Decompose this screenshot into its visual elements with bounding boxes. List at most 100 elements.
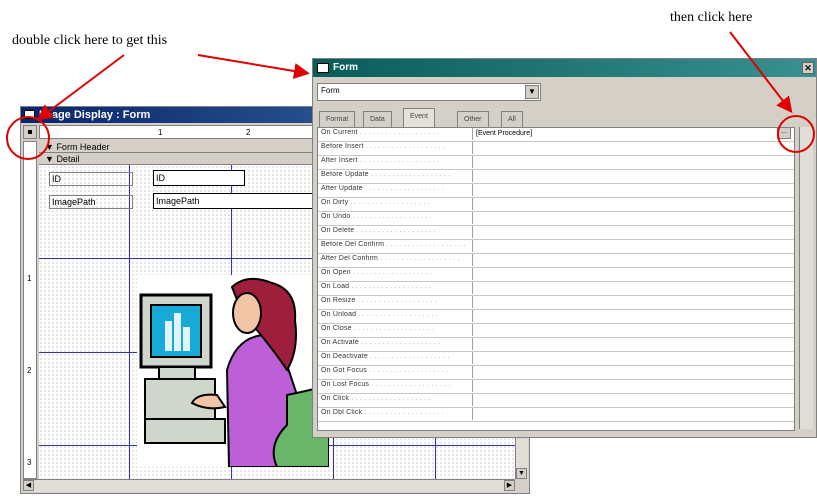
property-row[interactable]: Before Insert . . . . . . . . . . . . . …: [318, 142, 794, 156]
property-name: Before Update . . . . . . . . . . . . . …: [321, 171, 471, 178]
leader-dots: . . . . . . . . . . . . . . . . . . .: [351, 325, 434, 332]
tab-event[interactable]: Event: [403, 108, 435, 128]
property-name-text: On Close: [321, 325, 352, 332]
property-row[interactable]: Before Update . . . . . . . . . . . . . …: [318, 170, 794, 184]
object-selector-dropdown[interactable]: Form ▼: [317, 83, 541, 101]
form-selector-button[interactable]: [23, 125, 37, 139]
property-name: On Click . . . . . . . . . . . . . . . .…: [321, 395, 471, 402]
property-name-text: After Insert: [321, 157, 358, 164]
detail-label: Detail: [56, 154, 80, 164]
property-row[interactable]: On Resize . . . . . . . . . . . . . . . …: [318, 296, 794, 310]
property-list: On Current . . . . . . . . . . . . . . .…: [317, 127, 795, 431]
property-name: On Delete . . . . . . . . . . . . . . . …: [321, 227, 471, 234]
property-name: Before Del Confirm . . . . . . . . . . .…: [321, 241, 471, 248]
leader-dots: . . . . . . . . . . . . . . . . . . .: [367, 353, 450, 360]
property-value[interactable]: [472, 212, 794, 224]
id-label[interactable]: ID: [49, 172, 133, 186]
property-name: On Activate . . . . . . . . . . . . . . …: [321, 339, 471, 346]
property-value[interactable]: [472, 394, 794, 406]
property-row[interactable]: On Delete . . . . . . . . . . . . . . . …: [318, 226, 794, 240]
property-row[interactable]: On Got Focus . . . . . . . . . . . . . .…: [318, 366, 794, 380]
property-name-text: On Dirty: [321, 199, 349, 206]
property-name: On Dirty . . . . . . . . . . . . . . . .…: [321, 199, 471, 206]
property-row[interactable]: On Undo . . . . . . . . . . . . . . . . …: [318, 212, 794, 226]
property-row[interactable]: After Update . . . . . . . . . . . . . .…: [318, 184, 794, 198]
leader-dots: . . . . . . . . . . . . . . . . . . .: [350, 269, 433, 276]
property-row[interactable]: After Insert . . . . . . . . . . . . . .…: [318, 156, 794, 170]
property-name-text: On Activate: [321, 339, 359, 346]
object-selector-value: Form: [321, 86, 340, 95]
property-value[interactable]: [472, 156, 794, 168]
property-name: After Del Confirm . . . . . . . . . . . …: [321, 255, 471, 262]
property-value[interactable]: [Event Procedure]: [472, 128, 794, 140]
property-row[interactable]: On Load . . . . . . . . . . . . . . . . …: [318, 282, 794, 296]
scroll-left-button[interactable]: ◀: [23, 480, 34, 491]
property-row[interactable]: On Current . . . . . . . . . . . . . . .…: [318, 128, 794, 142]
property-value[interactable]: [472, 338, 794, 350]
property-value[interactable]: [472, 142, 794, 154]
property-value[interactable]: [472, 170, 794, 182]
property-name-text: On Undo: [321, 213, 351, 220]
property-value[interactable]: [472, 282, 794, 294]
property-sheet-titlebar[interactable]: Form ✕: [313, 59, 816, 77]
property-name-text: On Delete: [321, 227, 355, 234]
property-vertical-scrollbar[interactable]: [799, 127, 813, 429]
property-value[interactable]: [472, 296, 794, 308]
property-row[interactable]: After Del Confirm . . . . . . . . . . . …: [318, 254, 794, 268]
form-icon: [317, 63, 329, 73]
property-row[interactable]: On Click . . . . . . . . . . . . . . . .…: [318, 394, 794, 408]
annotation-double-click: double click here to get this: [12, 33, 168, 48]
property-value[interactable]: [472, 324, 794, 336]
property-value[interactable]: [472, 352, 794, 364]
woman-at-computer-clipart: [139, 277, 330, 468]
property-name-text: After Update: [321, 185, 363, 192]
property-value[interactable]: [472, 380, 794, 392]
property-value[interactable]: [472, 226, 794, 238]
tab-format[interactable]: Format: [319, 111, 356, 127]
close-icon[interactable]: ✕: [802, 62, 814, 74]
leader-dots: . . . . . . . . . . . . . . . . . . .: [363, 143, 446, 150]
property-sheet-window: Form ✕ Form ▼ Format Data Event Other Al…: [312, 58, 817, 438]
property-value[interactable]: [472, 240, 794, 252]
property-name-text: On Unload: [321, 311, 357, 318]
chevron-down-icon[interactable]: ▼: [525, 85, 539, 99]
property-name-text: On Got Focus: [321, 367, 367, 374]
property-value[interactable]: [472, 198, 794, 210]
property-row[interactable]: On Dbl Click . . . . . . . . . . . . . .…: [318, 408, 794, 422]
design-horizontal-scrollbar[interactable]: ◀ ▶: [23, 479, 515, 492]
property-value[interactable]: [472, 310, 794, 322]
property-name: On Open . . . . . . . . . . . . . . . . …: [321, 269, 471, 276]
property-value[interactable]: [472, 408, 794, 420]
property-value[interactable]: [472, 184, 794, 196]
leader-dots: . . . . . . . . . . . . . . . . . . .: [349, 283, 431, 290]
tab-data[interactable]: Data: [363, 111, 392, 127]
property-row[interactable]: Before Del Confirm . . . . . . . . . . .…: [318, 240, 794, 254]
property-row[interactable]: On Dirty . . . . . . . . . . . . . . . .…: [318, 198, 794, 212]
property-name-text: On Deactivate: [321, 353, 368, 360]
scroll-right-button[interactable]: ▶: [504, 480, 515, 491]
property-name-text: On Lost Focus: [321, 381, 370, 388]
property-row[interactable]: On Open . . . . . . . . . . . . . . . . …: [318, 268, 794, 282]
property-row[interactable]: On Activate . . . . . . . . . . . . . . …: [318, 338, 794, 352]
property-row[interactable]: On Deactivate . . . . . . . . . . . . . …: [318, 352, 794, 366]
image-control[interactable]: [137, 275, 330, 468]
imagepath-label[interactable]: ImagePath: [49, 195, 133, 209]
property-row[interactable]: On Unload . . . . . . . . . . . . . . . …: [318, 310, 794, 324]
property-name: After Insert . . . . . . . . . . . . . .…: [321, 157, 471, 164]
scroll-down-button[interactable]: ▼: [516, 468, 527, 479]
build-button[interactable]: ...: [777, 127, 791, 139]
property-value[interactable]: [472, 254, 794, 266]
property-name-text: On Resize: [321, 297, 356, 304]
vruler-mark-2: 2: [27, 366, 32, 375]
leader-dots: . . . . . . . . . . . . . . . . . . .: [348, 199, 430, 206]
property-value[interactable]: [472, 366, 794, 378]
imagepath-field[interactable]: ImagePath: [153, 193, 321, 209]
tab-other[interactable]: Other: [457, 111, 489, 127]
band-arrow-icon: ▼: [45, 142, 54, 152]
id-field[interactable]: ID: [153, 170, 245, 186]
leader-dots: . . . . . . . . . . . . . . . . . . .: [354, 227, 436, 234]
property-row[interactable]: On Lost Focus . . . . . . . . . . . . . …: [318, 380, 794, 394]
property-value[interactable]: [472, 268, 794, 280]
property-row[interactable]: On Close . . . . . . . . . . . . . . . .…: [318, 324, 794, 338]
tab-all[interactable]: All: [501, 111, 523, 127]
